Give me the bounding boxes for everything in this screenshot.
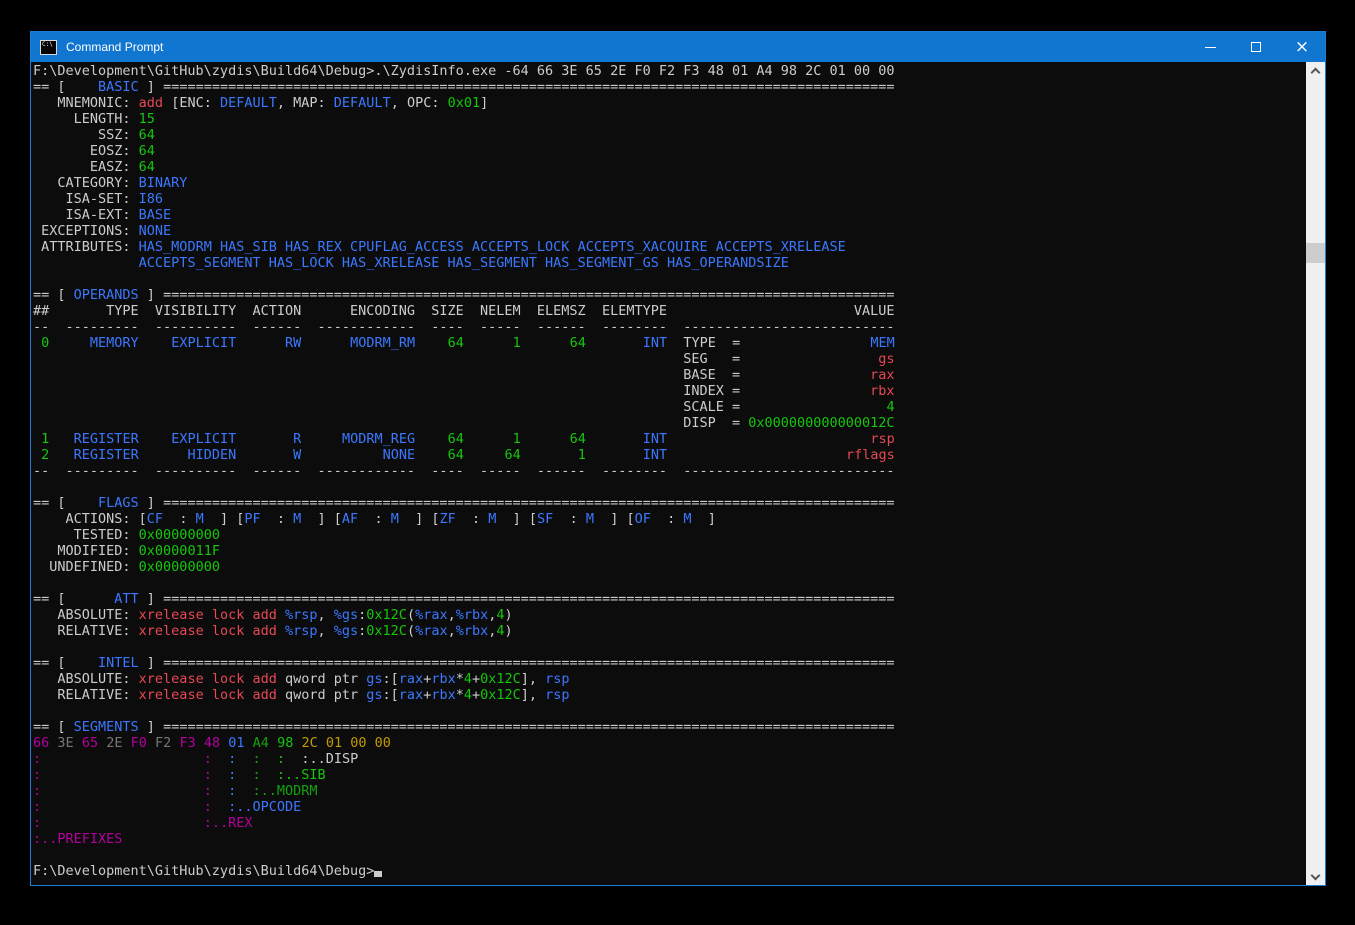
terminal-line: INDEX = rbx bbox=[33, 383, 1305, 399]
maximize-icon bbox=[1251, 42, 1261, 52]
terminal-line: == [ FLAGS ] ===========================… bbox=[33, 495, 1305, 511]
close-icon: × bbox=[1295, 39, 1309, 56]
terminal-line: MNEMONIC: add [ENC: DEFAULT, MAP: DEFAUL… bbox=[33, 95, 1305, 111]
terminal-line: : : : : :..SIB bbox=[33, 767, 1305, 783]
terminal-line: RELATIVE: xrelease lock add qword ptr gs… bbox=[33, 687, 1305, 703]
scrollbar-track[interactable] bbox=[1306, 62, 1325, 885]
terminal-line: UNDEFINED: 0x00000000 bbox=[33, 559, 1305, 575]
terminal-line: F:\Development\GitHub\zydis\Build64\Debu… bbox=[33, 863, 1305, 879]
terminal-line: 66 3E 65 2E F0 F2 F3 48 01 A4 98 2C 01 0… bbox=[33, 735, 1305, 751]
maximize-button[interactable] bbox=[1233, 32, 1279, 62]
terminal-line: RELATIVE: xrelease lock add %rsp, %gs:0x… bbox=[33, 623, 1305, 639]
title-bar[interactable]: C:\ Command Prompt × bbox=[31, 32, 1325, 62]
terminal-line bbox=[33, 271, 1305, 287]
minimize-icon bbox=[1205, 47, 1216, 48]
terminal-line: ACCEPTS_SEGMENT HAS_LOCK HAS_XRELEASE HA… bbox=[33, 255, 1305, 271]
terminal-line: SCALE = 4 bbox=[33, 399, 1305, 415]
terminal-line: ABSOLUTE: xrelease lock add %rsp, %gs:0x… bbox=[33, 607, 1305, 623]
terminal-line: 0 MEMORY EXPLICIT RW MODRM_RM 64 1 64 IN… bbox=[33, 335, 1305, 351]
terminal-line: == [ INTEL ] ===========================… bbox=[33, 655, 1305, 671]
terminal-line: TESTED: 0x00000000 bbox=[33, 527, 1305, 543]
window-title: Command Prompt bbox=[66, 40, 163, 54]
terminal-line: == [ ATT ] =============================… bbox=[33, 591, 1305, 607]
terminal-line: == [ SEGMENTS ] ========================… bbox=[33, 719, 1305, 735]
terminal-line: ACTIONS: [CF : M ] [PF : M ] [AF : M ] [… bbox=[33, 511, 1305, 527]
terminal-line: -- --------- ---------- ------ ---------… bbox=[33, 319, 1305, 335]
terminal-line: == [ BASIC ] ===========================… bbox=[33, 79, 1305, 95]
scrollbar-thumb[interactable] bbox=[1306, 243, 1325, 263]
scrollbar-up-button[interactable] bbox=[1306, 62, 1325, 79]
caption-buttons: × bbox=[1187, 32, 1325, 62]
minimize-button[interactable] bbox=[1187, 32, 1233, 62]
terminal-line bbox=[33, 847, 1305, 863]
command-prompt-window: C:\ Command Prompt × F:\Development\GitH… bbox=[30, 31, 1326, 886]
terminal-line bbox=[33, 479, 1305, 495]
terminal-line: EXCEPTIONS: NONE bbox=[33, 223, 1305, 239]
terminal-line bbox=[33, 575, 1305, 591]
terminal-line bbox=[33, 703, 1305, 719]
terminal-line: F:\Development\GitHub\zydis\Build64\Debu… bbox=[33, 63, 1305, 79]
terminal-line: LENGTH: 15 bbox=[33, 111, 1305, 127]
terminal-line: SEG = gs bbox=[33, 351, 1305, 367]
terminal-line: : : : :..MODRM bbox=[33, 783, 1305, 799]
terminal-line: 1 REGISTER EXPLICIT R MODRM_REG 64 1 64 … bbox=[33, 431, 1305, 447]
terminal-line: : :..REX bbox=[33, 815, 1305, 831]
terminal-line: : : :..OPCODE bbox=[33, 799, 1305, 815]
prompt-cursor bbox=[374, 864, 382, 877]
terminal-line: :..PREFIXES bbox=[33, 831, 1305, 847]
terminal-line: EASZ: 64 bbox=[33, 159, 1305, 175]
terminal-line: ISA-EXT: BASE bbox=[33, 207, 1305, 223]
cmd-icon: C:\ bbox=[40, 40, 57, 55]
terminal-line: EOSZ: 64 bbox=[33, 143, 1305, 159]
terminal-line: BASE = rax bbox=[33, 367, 1305, 383]
close-button[interactable]: × bbox=[1279, 32, 1325, 62]
terminal-line: SSZ: 64 bbox=[33, 127, 1305, 143]
terminal-line: == [ OPERANDS ] ========================… bbox=[33, 287, 1305, 303]
chevron-up-icon bbox=[1311, 67, 1321, 77]
terminal-output[interactable]: F:\Development\GitHub\zydis\Build64\Debu… bbox=[33, 63, 1305, 885]
chevron-down-icon bbox=[1311, 870, 1321, 880]
terminal-line: CATEGORY: BINARY bbox=[33, 175, 1305, 191]
terminal-line: DISP = 0x000000000000012C bbox=[33, 415, 1305, 431]
terminal-line: ISA-SET: I86 bbox=[33, 191, 1305, 207]
terminal-line: 2 REGISTER HIDDEN W NONE 64 64 1 INT rfl… bbox=[33, 447, 1305, 463]
terminal-line bbox=[33, 639, 1305, 655]
terminal-line: -- --------- ---------- ------ ---------… bbox=[33, 463, 1305, 479]
console-content: F:\Development\GitHub\zydis\Build64\Debu… bbox=[31, 62, 1325, 885]
terminal-line: MODIFIED: 0x0000011F bbox=[33, 543, 1305, 559]
terminal-line: : : : : : :..DISP bbox=[33, 751, 1305, 767]
cmd-icon-text: C:\ bbox=[41, 41, 56, 48]
terminal-line: ATTRIBUTES: HAS_MODRM HAS_SIB HAS_REX CP… bbox=[33, 239, 1305, 255]
scrollbar-down-button[interactable] bbox=[1306, 868, 1325, 885]
terminal-line: ## TYPE VISIBILITY ACTION ENCODING SIZE … bbox=[33, 303, 1305, 319]
terminal-line: ABSOLUTE: xrelease lock add qword ptr gs… bbox=[33, 671, 1305, 687]
